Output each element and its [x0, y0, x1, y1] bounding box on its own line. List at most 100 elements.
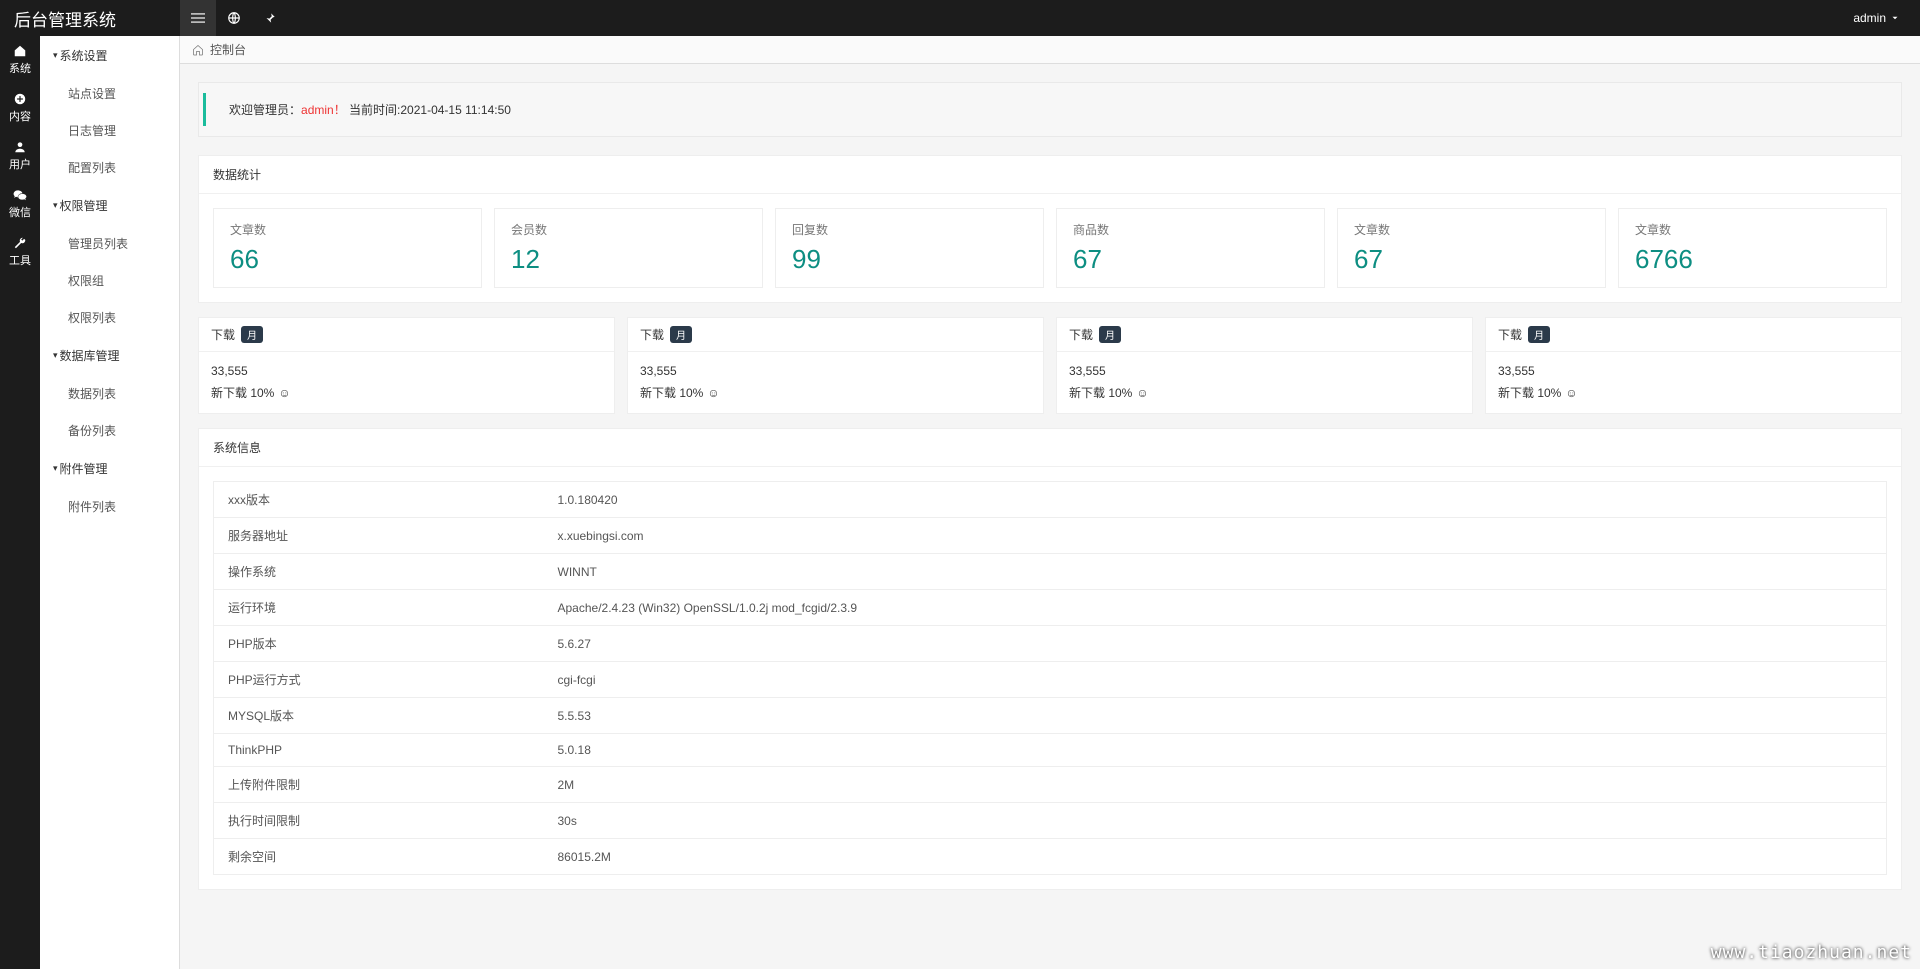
pin-icon[interactable] [252, 0, 288, 36]
sysinfo-row: 执行时间限制30s [214, 803, 1887, 839]
caret-down-icon: ▾ [53, 463, 58, 474]
sysinfo-key: MYSQL版本 [214, 698, 544, 734]
smile-icon: ☺ [707, 386, 719, 400]
stat-label: 文章数 [1354, 221, 1589, 238]
sidebar-group[interactable]: ▾附件管理 [40, 449, 179, 488]
download-count: 33,555 [1498, 364, 1889, 378]
sysinfo-row: 运行环境Apache/2.4.23 (Win32) OpenSSL/1.0.2j… [214, 590, 1887, 626]
globe-icon[interactable] [216, 0, 252, 36]
sysinfo-row: 剩余空间86015.2M [214, 839, 1887, 875]
download-card: 下载月 33,555 新下载 10% ☺ [198, 317, 615, 414]
download-sub: 新下载 10% ☺ [1498, 384, 1889, 401]
welcome-admin: admin！ [301, 103, 346, 117]
download-card: 下载月33,555新下载 10% ☺ [627, 317, 1044, 414]
download-title: 下载 [1498, 326, 1522, 343]
sysinfo-table: xxx版本1.0.180420服务器地址x.xuebingsi.com操作系统W… [213, 481, 1887, 875]
sidebar-item[interactable]: 权限列表 [40, 299, 179, 336]
sysinfo-row: 服务器地址x.xuebingsi.com [214, 518, 1887, 554]
sysinfo-value: 5.6.27 [544, 626, 1887, 662]
download-count: 33,555 [640, 364, 1031, 378]
caret-down-icon: ▾ [53, 350, 58, 361]
download-sub: 新下载 10% ☺ [211, 384, 602, 401]
stat-value: 66 [230, 244, 465, 275]
download-sub: 新下载 10% ☺ [1069, 384, 1460, 401]
download-card: 下载月 33,555 新下载 10% ☺ [1485, 317, 1902, 414]
stat-label: 文章数 [230, 221, 465, 238]
sysinfo-row: PHP版本5.6.27 [214, 626, 1887, 662]
sysinfo-value: WINNT [544, 554, 1887, 590]
sysinfo-value: cgi-fcgi [544, 662, 1887, 698]
sidebar-item[interactable]: 日志管理 [40, 112, 179, 149]
sidebar-item[interactable]: 站点设置 [40, 75, 179, 112]
sysinfo-value: 5.0.18 [544, 734, 1887, 767]
rail-item-wrench[interactable]: 工具 [0, 228, 40, 276]
sidebar-item[interactable]: 权限组 [40, 262, 179, 299]
sysinfo-panel: 系统信息 xxx版本1.0.180420服务器地址x.xuebingsi.com… [198, 428, 1902, 890]
stat-value: 67 [1073, 244, 1308, 275]
stat-card: 商品数 67 [1056, 208, 1325, 288]
rail-item-home[interactable]: 系统 [0, 36, 40, 84]
caret-down-icon: ▾ [53, 50, 58, 61]
welcome-box: 欢迎管理员：admin！ 当前时间:2021-04-15 11:14:50 [198, 82, 1902, 137]
download-count: 33,555 [1069, 364, 1460, 378]
home-icon [192, 44, 204, 56]
sidebar: ▾系统设置站点设置日志管理配置列表▾权限管理管理员列表权限组权限列表▾数据库管理… [40, 36, 180, 969]
sidebar-item[interactable]: 数据列表 [40, 375, 179, 412]
download-badge: 月 [1099, 326, 1121, 343]
stat-card: 文章数 66 [213, 208, 482, 288]
download-badge: 月 [1528, 326, 1550, 343]
menu-toggle-button[interactable] [180, 0, 216, 36]
sysinfo-key: 执行时间限制 [214, 803, 544, 839]
sysinfo-key: PHP版本 [214, 626, 544, 662]
download-badge: 月 [670, 326, 692, 343]
stat-card: 回复数99 [775, 208, 1044, 288]
download-title: 下载 [1069, 326, 1093, 343]
sysinfo-row: 上传附件限制2M [214, 767, 1887, 803]
download-count: 33,555 [211, 364, 602, 378]
download-card: 下载月 33,555 新下载 10% ☺ [1056, 317, 1473, 414]
sidebar-item[interactable]: 管理员列表 [40, 225, 179, 262]
stat-card: 文章数6766 [1618, 208, 1887, 288]
rail-item-plus-circle[interactable]: 内容 [0, 84, 40, 132]
sysinfo-key: ThinkPHP [214, 734, 544, 767]
stat-label: 商品数 [1073, 221, 1308, 238]
sysinfo-title: 系统信息 [199, 429, 1901, 467]
caret-down-icon [1890, 13, 1900, 23]
sysinfo-key: 剩余空间 [214, 839, 544, 875]
sysinfo-key: PHP运行方式 [214, 662, 544, 698]
sysinfo-value: 1.0.180420 [544, 482, 1887, 518]
sysinfo-value: 30s [544, 803, 1887, 839]
download-badge: 月 [241, 326, 263, 343]
sysinfo-key: xxx版本 [214, 482, 544, 518]
download-title: 下载 [211, 326, 235, 343]
sidebar-item[interactable]: 配置列表 [40, 149, 179, 186]
sidebar-group[interactable]: ▾数据库管理 [40, 336, 179, 375]
left-rail: 系统内容用户微信工具 [0, 36, 40, 969]
stat-label: 会员数 [511, 221, 746, 238]
caret-down-icon: ▾ [53, 200, 58, 211]
sysinfo-value: x.xuebingsi.com [544, 518, 1887, 554]
sysinfo-row: PHP运行方式cgi-fcgi [214, 662, 1887, 698]
rail-item-wechat[interactable]: 微信 [0, 180, 40, 228]
sysinfo-value: 5.5.53 [544, 698, 1887, 734]
sidebar-group[interactable]: ▾权限管理 [40, 186, 179, 225]
stat-value: 6766 [1635, 244, 1870, 275]
admin-label: admin [1853, 11, 1886, 25]
sysinfo-row: MYSQL版本5.5.53 [214, 698, 1887, 734]
stat-card: 文章数67 [1337, 208, 1606, 288]
rail-item-users[interactable]: 用户 [0, 132, 40, 180]
sidebar-item[interactable]: 附件列表 [40, 488, 179, 525]
stats-panel: 数据统计 文章数66会员数12回复数99商品数67文章数67文章数6766 [198, 155, 1902, 303]
sysinfo-row: 操作系统WINNT [214, 554, 1887, 590]
sysinfo-value: 86015.2M [544, 839, 1887, 875]
sysinfo-key: 服务器地址 [214, 518, 544, 554]
smile-icon: ☺ [1136, 386, 1148, 400]
stat-value: 99 [792, 244, 1027, 275]
sysinfo-key: 操作系统 [214, 554, 544, 590]
sysinfo-value: Apache/2.4.23 (Win32) OpenSSL/1.0.2j mod… [544, 590, 1887, 626]
sidebar-group[interactable]: ▾系统设置 [40, 36, 179, 75]
breadcrumb-label: 控制台 [210, 41, 246, 58]
admin-menu[interactable]: admin [1853, 11, 1920, 25]
stat-value: 12 [511, 244, 746, 275]
sidebar-item[interactable]: 备份列表 [40, 412, 179, 449]
